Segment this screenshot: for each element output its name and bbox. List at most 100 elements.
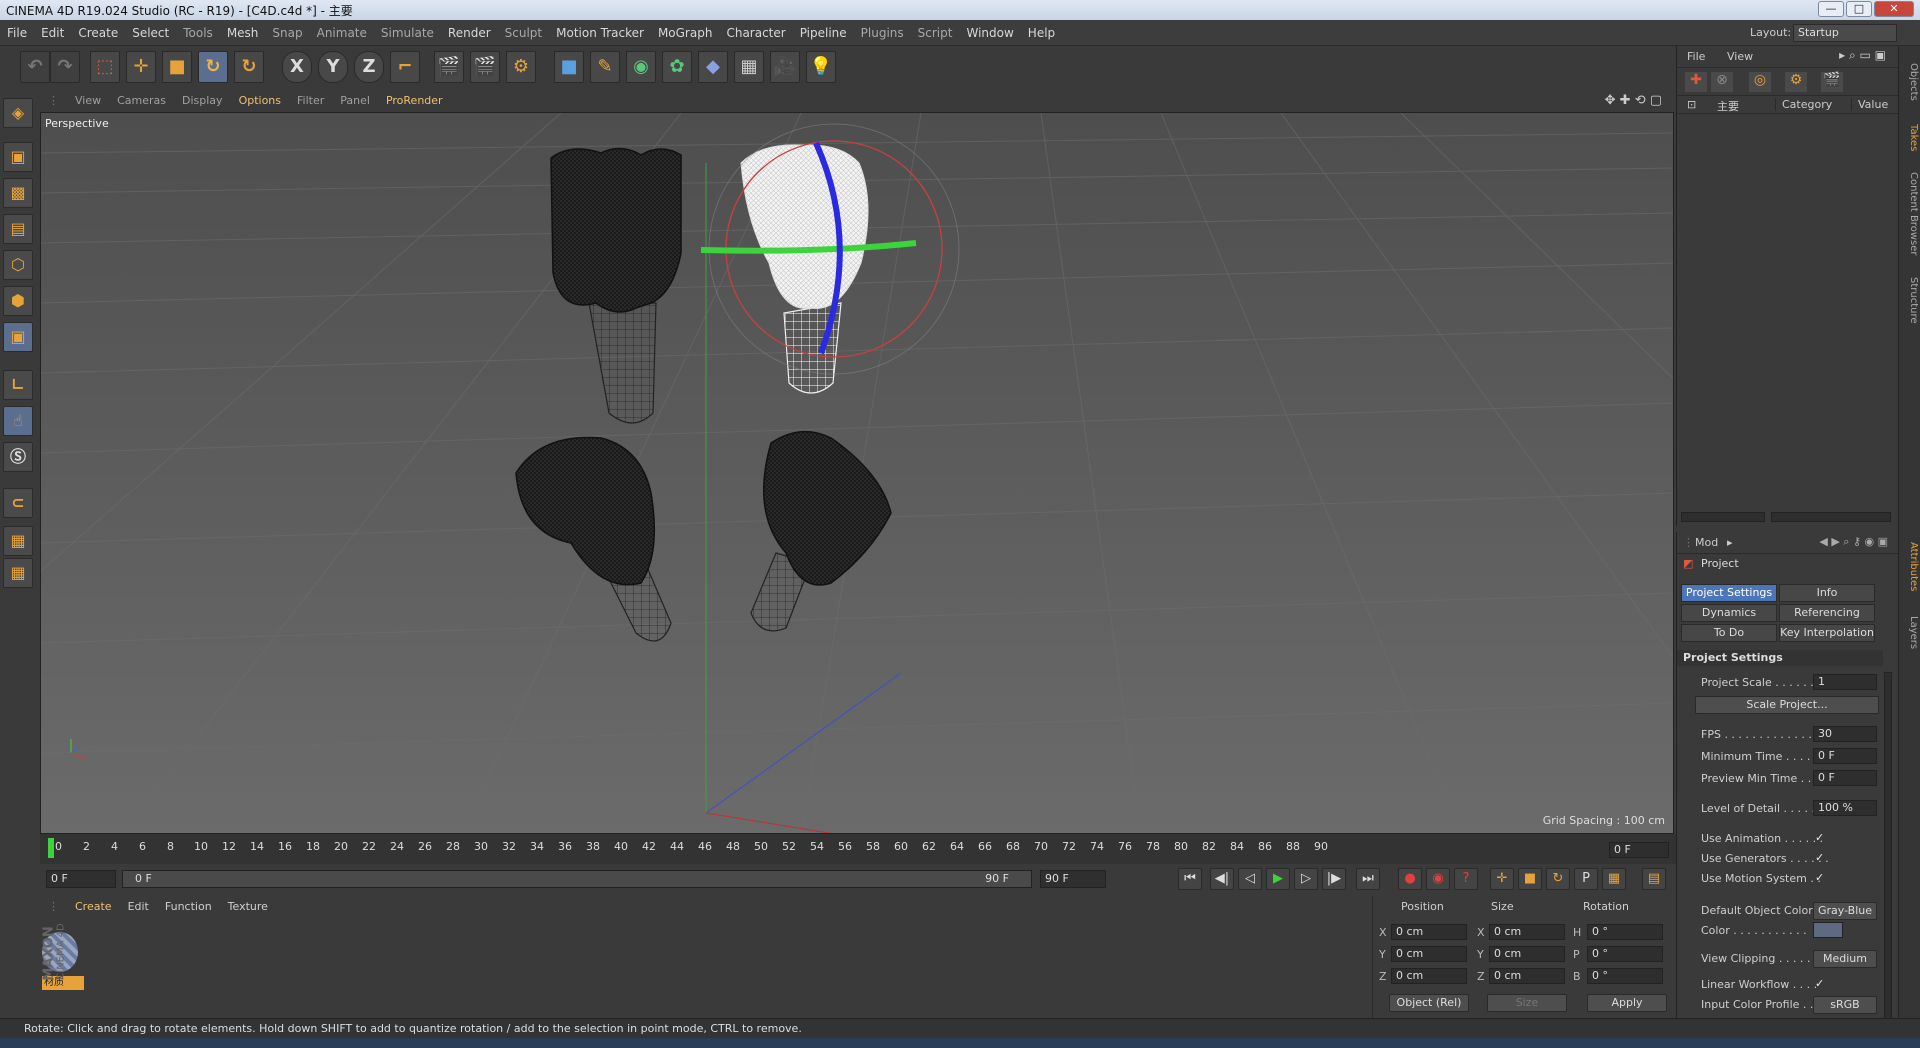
deformer-icon[interactable]: ◆	[698, 51, 728, 83]
material-menu-texture[interactable]: Texture	[220, 896, 276, 918]
pen-spline-icon[interactable]: ✎	[590, 51, 620, 83]
layout-select[interactable]: Startup	[1793, 24, 1897, 42]
edges-mode-icon[interactable]: ⬢	[3, 286, 33, 316]
locked-workplane-icon[interactable]: ▦	[3, 526, 33, 556]
tab-dynamics[interactable]: Dynamics	[1681, 604, 1777, 622]
tab-key-interpolation[interactable]: Key Interpolation	[1779, 624, 1875, 642]
viewport-nav-icons[interactable]: ✥ ✚ ⟲ ▢	[1605, 93, 1662, 108]
linear-workflow-checkbox[interactable]: ✓	[1815, 978, 1827, 990]
viewport-menu-options[interactable]: Options	[231, 90, 289, 112]
project-scale-field[interactable]: 1	[1813, 674, 1877, 690]
om-tag-icon[interactable]: ◎	[1749, 72, 1771, 92]
material-menu-edit[interactable]: Edit	[120, 896, 157, 918]
scale-icon[interactable]: ■	[162, 51, 192, 83]
tab-content-browser[interactable]: Content Browser	[1901, 164, 1919, 264]
maximize-button[interactable]: □	[1846, 1, 1872, 17]
close-button[interactable]: ✕	[1874, 1, 1914, 17]
size-z-field[interactable]: 0 cm	[1489, 968, 1565, 984]
menu-tools[interactable]: Tools	[176, 20, 220, 46]
rotate-icon[interactable]: ↻	[198, 51, 228, 83]
use-animation-checkbox[interactable]: ✓	[1815, 832, 1827, 844]
rotation-p-field[interactable]: 0 °	[1587, 946, 1663, 962]
menu-plugins[interactable]: Plugins	[854, 20, 911, 46]
record-point-level-icon[interactable]: ▦	[1602, 868, 1626, 890]
menu-mesh[interactable]: Mesh	[220, 20, 266, 46]
om-layer-icon[interactable]: ⊗	[1711, 72, 1733, 92]
undo-icon[interactable]: ↶	[20, 51, 50, 83]
attr-mode-arrow-icon[interactable]: ▸	[1727, 536, 1733, 549]
om-video-icon[interactable]: 🎬	[1821, 72, 1843, 92]
tab-info[interactable]: Info	[1779, 584, 1875, 602]
end-frame-field[interactable]: 90 F	[1040, 870, 1106, 888]
tab-takes[interactable]: Takes	[1901, 118, 1919, 158]
points-mode-icon[interactable]: ⬡	[3, 250, 33, 280]
menu-animate[interactable]: Animate	[310, 20, 374, 46]
play-icon[interactable]: ▶	[1266, 868, 1290, 890]
tab-referencing[interactable]: Referencing	[1779, 604, 1875, 622]
menu-select[interactable]: Select	[125, 20, 176, 46]
scale-project-button[interactable]: Scale Project...	[1695, 696, 1879, 714]
menu-snap[interactable]: Snap	[265, 20, 309, 46]
default-object-color-select[interactable]: Gray-Blue	[1813, 902, 1877, 920]
menu-simulate[interactable]: Simulate	[374, 20, 441, 46]
frame-range-slider[interactable]: 0 F 90 F	[122, 870, 1032, 888]
solo-icon[interactable]: Ⓢ	[3, 442, 33, 472]
view-clipping-select[interactable]: Medium	[1813, 950, 1877, 968]
material-menu-create[interactable]: Create	[67, 896, 120, 918]
om-toolbar-icons[interactable]: ▸ ⌕ ▭ ▣	[1839, 48, 1886, 63]
y-axis-icon[interactable]: Y	[318, 51, 348, 83]
om-menu-file[interactable]: File	[1687, 50, 1705, 63]
minimize-button[interactable]: —	[1818, 1, 1844, 17]
tab-layers[interactable]: Layers	[1901, 608, 1919, 658]
menu-script[interactable]: Script	[911, 20, 960, 46]
menu-character[interactable]: Character	[719, 20, 792, 46]
position-x-field[interactable]: 0 cm	[1391, 924, 1467, 940]
x-axis-icon[interactable]: X	[282, 51, 312, 83]
record-parameter-icon[interactable]: P	[1574, 868, 1598, 890]
goto-start-icon[interactable]: ⏮	[1178, 868, 1202, 890]
menu-mograph[interactable]: MoGraph	[651, 20, 720, 46]
snap-icon[interactable]: ⊂	[3, 488, 33, 518]
tweak-mode-icon[interactable]: ☝	[3, 406, 33, 436]
subdivision-icon[interactable]: ◉	[626, 51, 656, 83]
model-mode-icon[interactable]: ▣	[3, 142, 33, 172]
workplane-mode-icon[interactable]: ▤	[3, 214, 33, 244]
viewport-menu-view[interactable]: View	[67, 90, 109, 112]
record-scale-icon[interactable]: ■	[1518, 868, 1542, 890]
floor-icon[interactable]: ▦	[734, 51, 764, 83]
menu-edit[interactable]: Edit	[34, 20, 71, 46]
render-view-icon[interactable]: 🎬	[434, 51, 464, 83]
cube-icon[interactable]: ■	[554, 51, 584, 83]
viewport-menu-prorender[interactable]: ProRender	[378, 90, 451, 112]
use-generators-checkbox[interactable]: ✓	[1815, 852, 1827, 864]
menu-create[interactable]: Create	[71, 20, 125, 46]
viewport-menu-cameras[interactable]: Cameras	[109, 90, 174, 112]
camera-icon[interactable]: 🎥	[770, 51, 800, 83]
minimum-time-field[interactable]: 0 F	[1813, 748, 1877, 764]
position-y-field[interactable]: 0 cm	[1391, 946, 1467, 962]
coordinate-system-icon[interactable]: ⌐	[390, 51, 420, 83]
next-frame-icon[interactable]: ▷	[1294, 868, 1318, 890]
tab-structure[interactable]: Structure	[1901, 270, 1919, 330]
use-motion-system-checkbox[interactable]: ✓	[1815, 872, 1827, 884]
planar-workplane-icon[interactable]: ▦	[3, 558, 33, 588]
goto-previous-key-icon[interactable]: ◀|	[1210, 868, 1234, 890]
recent-tool-icon[interactable]: ↻	[234, 51, 264, 83]
om-value-scrollbar[interactable]	[1771, 512, 1891, 522]
viewport-menu-panel[interactable]: Panel	[332, 90, 378, 112]
cloner-icon[interactable]: ✿	[662, 51, 692, 83]
fps-field[interactable]: 30	[1813, 726, 1877, 742]
z-axis-icon[interactable]: Z	[354, 51, 384, 83]
autokeying-icon[interactable]: ◉	[1426, 868, 1450, 890]
om-render-icon[interactable]: ⚙	[1785, 72, 1807, 92]
render-picture-viewer-icon[interactable]: 🎬	[470, 51, 500, 83]
move-icon[interactable]: ✛	[126, 51, 156, 83]
make-editable-icon[interactable]: ◈	[3, 98, 33, 128]
level-of-detail-field[interactable]: 100 %	[1813, 800, 1877, 816]
menu-motion-tracker[interactable]: Motion Tracker	[549, 20, 651, 46]
polygons-mode-icon[interactable]: ▣	[3, 322, 33, 352]
attr-vertical-scrollbar[interactable]	[1884, 672, 1892, 1022]
previous-frame-icon[interactable]: ◁	[1238, 868, 1262, 890]
menu-render[interactable]: Render	[441, 20, 498, 46]
take-main-label[interactable]: 主要	[1717, 98, 1739, 114]
